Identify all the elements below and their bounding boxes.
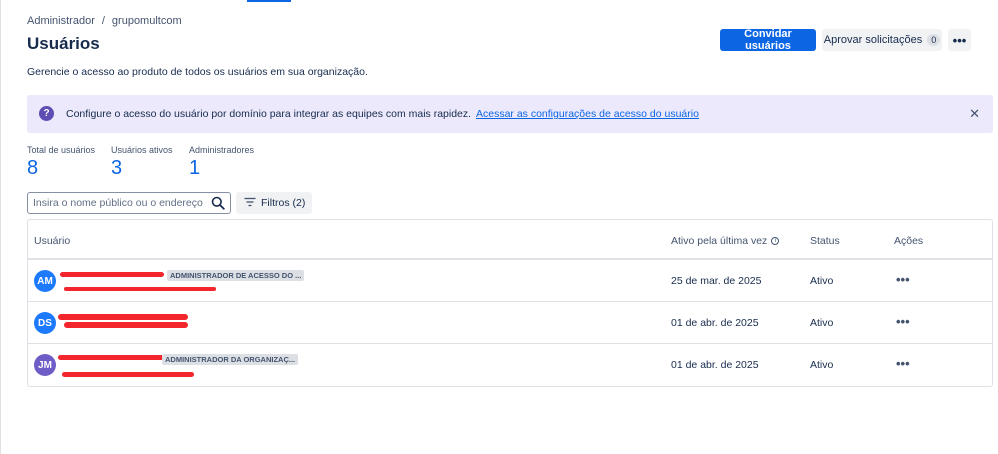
info-icon[interactable]: i (771, 237, 780, 245)
last-active-date: 01 de abr. de 2025 (671, 317, 759, 329)
table-row[interactable]: DS 01 de abr. de 2025 Ativo ••• (28, 302, 992, 344)
status-text: Ativo (810, 317, 834, 329)
row-actions-button[interactable]: ••• (896, 272, 910, 287)
avatar: DS (34, 312, 56, 334)
column-label: Status (810, 235, 840, 247)
redacted-name (60, 272, 164, 277)
stat-admins: Administradores 1 (189, 145, 254, 180)
approve-requests-button[interactable]: Aprovar solicitações 0 (822, 29, 942, 51)
role-lozenge: ADMINISTRADOR DE ACESSO DO ... (167, 270, 305, 281)
search-field (27, 192, 231, 214)
question-icon: ? (39, 106, 54, 121)
page-title: Usuários (27, 34, 100, 53)
status-text: Ativo (810, 275, 834, 287)
row-actions-button[interactable]: ••• (896, 314, 910, 329)
banner-message: Configure o acesso do usuário por domíni… (66, 108, 699, 120)
column-header-user[interactable]: Usuário (34, 235, 70, 247)
role-lozenge: ADMINISTRADOR DA ORGANIZAÇ... (162, 354, 299, 365)
invite-users-button[interactable]: Convidar usuários (720, 28, 816, 52)
frame-border (0, 0, 1, 454)
column-header-actions: Ações (894, 235, 923, 247)
filters-label: Filtros (2) (261, 197, 306, 209)
more-actions-button[interactable]: ••• (948, 29, 971, 51)
status-text: Ativo (810, 359, 834, 371)
table-row[interactable]: AM ADMINISTRADOR DE ACESSO DO ... 25 de … (28, 260, 992, 302)
search-input[interactable] (28, 197, 204, 209)
banner-settings-link[interactable]: Acessar as configurações de acesso do us… (476, 108, 699, 120)
breadcrumb-admin-link[interactable]: Administrador (27, 15, 95, 27)
redacted-name (58, 314, 188, 320)
redacted-name (58, 355, 164, 360)
filters-button[interactable]: Filtros (2) (236, 192, 312, 214)
table-row[interactable]: JM ADMINISTRADOR DA ORGANIZAÇ... 01 de a… (28, 344, 992, 386)
stat-value: 1 (189, 157, 201, 179)
close-icon[interactable]: ✕ (969, 106, 980, 122)
avatar: AM (34, 270, 56, 292)
last-active-date: 01 de abr. de 2025 (671, 359, 759, 371)
info-banner: ? Configure o acesso do usuário por domí… (27, 95, 993, 133)
column-label: Ativo pela última vez (671, 235, 768, 247)
filter-icon (244, 197, 256, 210)
stat-label: Usuários ativos (111, 145, 173, 155)
stat-label: Administradores (189, 145, 255, 155)
active-nav-indicator (247, 0, 291, 2)
column-label: Ações (894, 235, 924, 247)
redacted-email (64, 287, 216, 291)
banner-text: Configure o acesso do usuário por domíni… (66, 108, 472, 120)
stat-active-users: Usuários ativos 3 (111, 145, 173, 180)
last-active-date: 25 de mar. de 2025 (671, 275, 762, 287)
breadcrumb: Administrador / grupomultcom (27, 15, 182, 27)
table-header: Usuário Ativo pela última vez i Status A… (28, 220, 992, 260)
column-header-status[interactable]: Status (810, 235, 840, 247)
breadcrumb-separator: / (101, 15, 105, 27)
users-table: Usuário Ativo pela última vez i Status A… (27, 219, 993, 387)
redacted-email (62, 372, 194, 377)
stat-total-users: Total de usuários 8 (27, 145, 95, 180)
search-icon[interactable] (211, 196, 225, 215)
redacted-email (64, 322, 188, 328)
page-description: Gerencie o acesso ao produto de todos os… (27, 66, 368, 78)
column-label: Usuário (34, 235, 71, 247)
approve-count-badge: 0 (927, 34, 941, 46)
approve-requests-label: Aprovar solicitações (823, 34, 923, 46)
avatar: JM (34, 354, 56, 376)
column-header-last-active[interactable]: Ativo pela última vez i (671, 235, 780, 247)
row-actions-button[interactable]: ••• (896, 356, 910, 371)
stat-value: 3 (111, 157, 123, 179)
breadcrumb-org-link[interactable]: grupomultcom (112, 15, 182, 27)
stat-value: 8 (27, 157, 39, 179)
stat-label: Total de usuários (27, 145, 96, 155)
